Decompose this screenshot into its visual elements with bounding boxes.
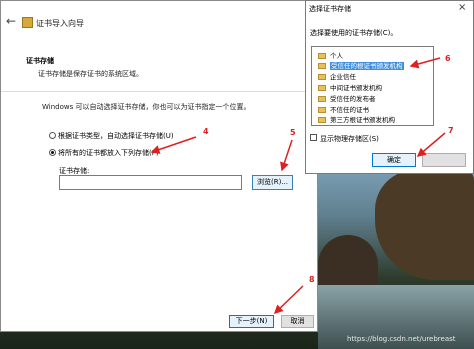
arrow-to-browse (280, 139, 293, 172)
arrow-to-next (273, 285, 304, 315)
arrow-to-store (409, 57, 441, 69)
arrow-to-radio (150, 136, 197, 154)
arrow-to-ok (416, 132, 446, 157)
annotation-arrows (150, 57, 446, 315)
